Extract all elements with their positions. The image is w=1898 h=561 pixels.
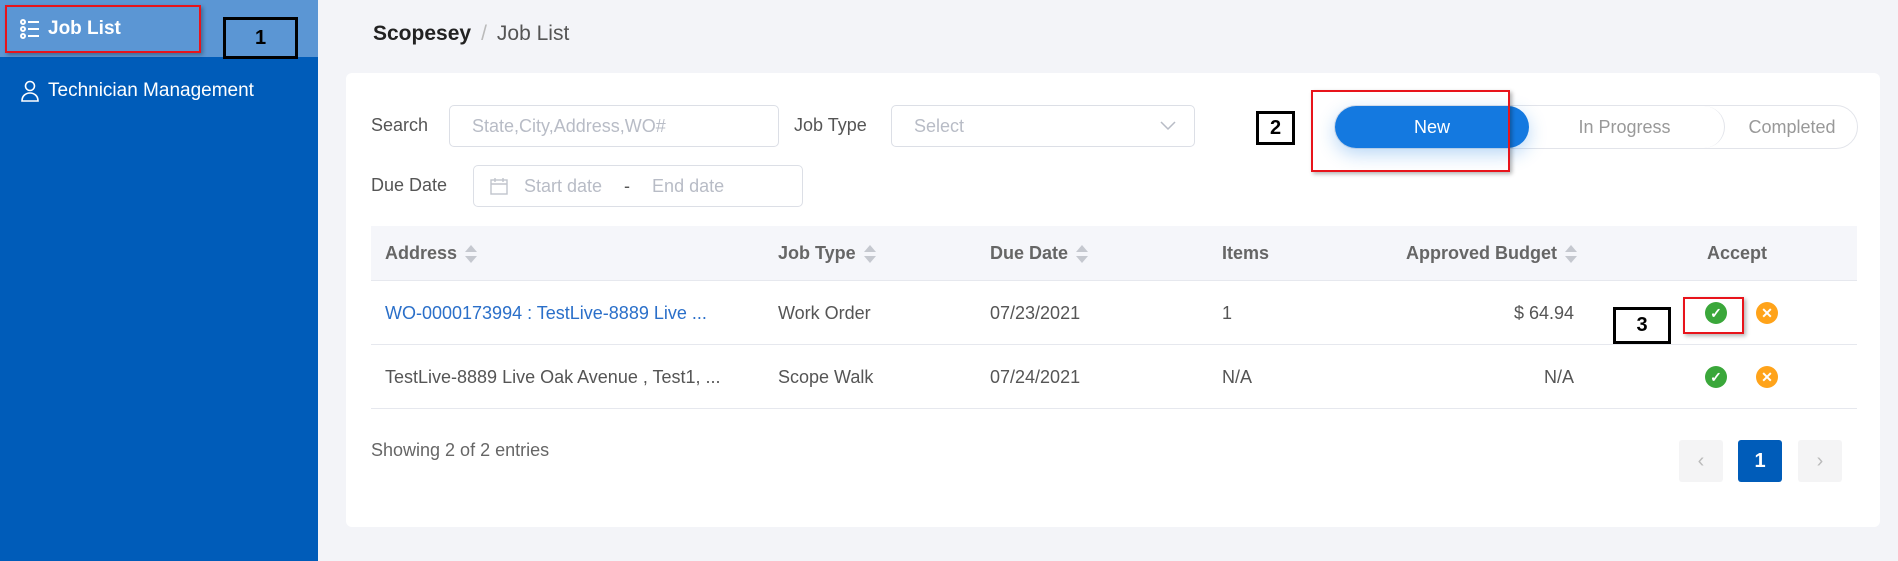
accept-icon[interactable]: ✓ <box>1705 302 1727 324</box>
address-link[interactable]: WO-0000173994 : TestLive-8889 Live ... <box>385 281 707 345</box>
reject-icon[interactable]: ✕ <box>1756 302 1778 324</box>
address-cell[interactable]: TestLive-8889 Live Oak Avenue , Test1, .… <box>385 345 721 409</box>
table-header: Address Job Type Due Date Items Approved… <box>371 226 1857 281</box>
breadcrumb-current: Job List <box>496 22 570 45</box>
column-items: Items <box>1222 243 1270 263</box>
sidebar-item-technician-management[interactable]: Technician Management <box>0 62 318 119</box>
column-accept: Accept <box>1707 243 1768 263</box>
column-job-type[interactable]: Job Type <box>778 226 876 281</box>
column-approved-budget[interactable]: Approved Budget <box>1406 226 1577 281</box>
search-label: Search <box>371 115 429 135</box>
sort-icon <box>1076 244 1089 263</box>
job-type-label: Job Type <box>794 115 867 135</box>
entries-count: Showing 2 of 2 entries <box>371 440 550 460</box>
sidebar-item-label: Technician Management <box>48 79 254 101</box>
due-date-label: Due Date <box>371 175 448 195</box>
budget-cell: $ 64.94 <box>1513 302 1574 323</box>
calendar-icon <box>490 178 508 195</box>
reject-icon[interactable]: ✕ <box>1756 366 1778 388</box>
next-page-button[interactable]: › <box>1798 440 1842 482</box>
chevron-down-icon <box>1160 121 1176 131</box>
job-type-placeholder: Select <box>914 115 965 136</box>
start-date-input[interactable]: Start date <box>524 176 602 197</box>
table-row: TestLive-8889 Live Oak Avenue , Test1, .… <box>371 345 1857 409</box>
search-placeholder: State,City,Address,WO# <box>472 115 666 136</box>
column-due-date[interactable]: Due Date <box>990 226 1089 281</box>
search-input[interactable]: State,City,Address,WO# <box>449 105 779 147</box>
prev-page-button[interactable]: ‹ <box>1679 440 1723 482</box>
job-type-select[interactable]: Select <box>891 105 1195 147</box>
tab-new[interactable]: New <box>1335 106 1529 148</box>
breadcrumb: Scopesey / Job List <box>373 22 569 46</box>
sort-icon <box>863 244 876 263</box>
items-cell: 1 <box>1222 302 1233 323</box>
due-date-cell: 07/23/2021 <box>990 302 1081 323</box>
due-date-range[interactable]: Start date - End date <box>473 165 803 207</box>
job-type-cell: Work Order <box>778 302 871 323</box>
end-date-input[interactable]: End date <box>652 176 724 197</box>
job-type-cell: Scope Walk <box>778 366 874 387</box>
budget-cell: N/A <box>1543 366 1574 387</box>
technician-icon <box>21 80 39 102</box>
sort-icon <box>465 244 478 263</box>
due-date-cell: 07/24/2021 <box>990 366 1081 387</box>
table-row: WO-0000173994 : TestLive-8889 Live ... W… <box>371 281 1857 345</box>
page-1-button[interactable]: 1 <box>1738 440 1782 482</box>
items-cell: N/A <box>1222 366 1253 387</box>
sidebar: Job List Technician Management <box>0 0 318 561</box>
range-separator: - <box>624 175 631 196</box>
sidebar-item-label: Job List <box>48 17 121 39</box>
accept-icon[interactable]: ✓ <box>1705 366 1727 388</box>
tab-in-progress[interactable]: In Progress <box>1525 106 1725 148</box>
list-icon <box>20 18 39 39</box>
sort-icon <box>1565 244 1577 263</box>
breadcrumb-separator: / <box>481 22 487 45</box>
breadcrumb-root[interactable]: Scopesey <box>373 22 471 45</box>
column-address[interactable]: Address <box>385 226 478 281</box>
tab-completed[interactable]: Completed <box>1725 106 1859 148</box>
sidebar-item-job-list[interactable]: Job List <box>0 0 318 57</box>
status-toggle: In Progress Completed New <box>1334 105 1858 149</box>
